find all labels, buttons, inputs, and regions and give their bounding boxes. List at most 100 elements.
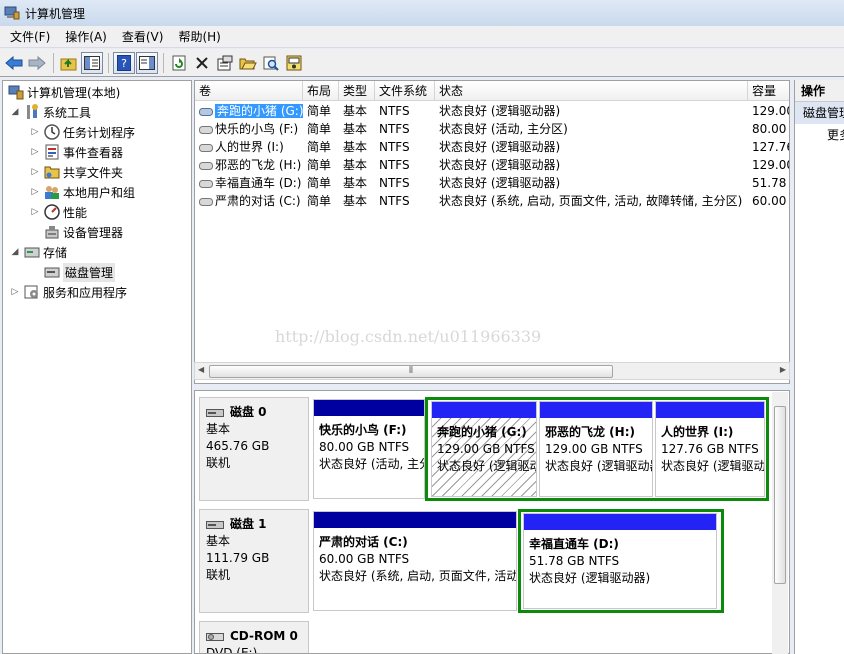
collapsed-arrow-icon[interactable]: ▷ bbox=[29, 207, 41, 217]
show-hide-action-pane-button[interactable] bbox=[136, 51, 158, 74]
collapsed-arrow-icon[interactable]: ▷ bbox=[29, 187, 41, 197]
cell-capacity: 127.76 bbox=[752, 140, 790, 154]
partition-size: 129.00 GB NTFS bbox=[545, 442, 643, 456]
partition-h[interactable]: 邪恶的飞龙 (H:) 129.00 GB NTFS 状态良好 (逻辑驱动器) bbox=[539, 401, 653, 497]
column-volume[interactable]: 卷 bbox=[195, 81, 303, 101]
scroll-right-arrow-icon[interactable]: ▶ bbox=[780, 365, 786, 374]
tree-item-storage[interactable]: ◢ 存储 bbox=[9, 242, 67, 262]
disk-1-size: 111.79 GB bbox=[206, 551, 270, 565]
cell-type: 基本 bbox=[343, 194, 368, 208]
cell-status: 状态良好 (逻辑驱动器) bbox=[439, 158, 561, 172]
partition-f[interactable]: 快乐的小鸟 (F:) 80.00 GB NTFS 状态良好 (活动, 主分区) bbox=[313, 399, 425, 499]
volume-name: 邪恶的飞龙 (H:) bbox=[215, 158, 302, 172]
volume-name: 人的世界 (I:) bbox=[215, 140, 284, 154]
menu-action[interactable]: 操作(A) bbox=[59, 28, 113, 45]
forward-arrow-icon bbox=[28, 55, 46, 70]
tree-item-device-manager[interactable]: 设备管理器 bbox=[41, 222, 123, 242]
up-level-button[interactable] bbox=[58, 52, 80, 74]
menu-bar: 文件(F) 操作(A) 查看(V) 帮助(H) bbox=[0, 26, 844, 48]
volume-icon bbox=[199, 161, 213, 170]
collapsed-arrow-icon[interactable]: ▷ bbox=[29, 147, 41, 157]
disk-1-info[interactable]: 磁盘 1 基本 111.79 GB 联机 bbox=[199, 509, 309, 613]
column-status[interactable]: 状态 bbox=[435, 81, 748, 101]
open-folder-icon bbox=[239, 58, 257, 69]
partition-status: 状态良好 (逻辑驱动器) bbox=[545, 459, 652, 473]
cell-type: 基本 bbox=[343, 158, 368, 172]
tree-label: 性能 bbox=[63, 205, 88, 220]
collapsed-arrow-icon[interactable]: ▷ bbox=[9, 287, 21, 297]
toolbar-separator bbox=[53, 52, 54, 73]
disk-0-size: 465.76 GB bbox=[206, 439, 270, 453]
table-row[interactable]: 奔跑的小猪 (G:) 简单 基本 NTFS 状态良好 (逻辑驱动器) 129.0… bbox=[195, 102, 789, 120]
actions-header: 操作 bbox=[795, 80, 844, 102]
tree-item-system-tools[interactable]: ◢ 系统工具 bbox=[9, 102, 91, 122]
cell-filesystem: NTFS bbox=[379, 158, 410, 172]
collapsed-arrow-icon[interactable]: ▷ bbox=[29, 167, 41, 177]
cell-type: 基本 bbox=[343, 104, 368, 118]
expanded-arrow-icon[interactable]: ◢ bbox=[9, 107, 21, 117]
partition-size: 129.00 GB NTFS bbox=[437, 442, 535, 456]
open-button[interactable] bbox=[237, 52, 259, 74]
column-type[interactable]: 类型 bbox=[339, 81, 375, 101]
tree-item-performance[interactable]: ▷ 性能 bbox=[29, 202, 87, 222]
help-button[interactable]: ? bbox=[113, 51, 135, 74]
volume-list: 卷 布局 类型 文件系统 状态 容量 奔跑的小猪 (G:) 简单 基本 NTFS… bbox=[194, 80, 790, 384]
partition-g[interactable]: 奔跑的小猪 (G:) 129.00 GB NTFS 状态良好 (逻辑驱动器) bbox=[431, 401, 537, 497]
cell-type: 基本 bbox=[343, 176, 368, 190]
forward-button[interactable] bbox=[26, 52, 48, 74]
tree-item-task-scheduler[interactable]: ▷ 任务计划程序 bbox=[29, 122, 135, 142]
tree-item-disk-management[interactable]: 磁盘管理 bbox=[41, 262, 116, 282]
toolbar-separator bbox=[163, 52, 164, 73]
column-filesystem[interactable]: 文件系统 bbox=[375, 81, 435, 101]
menu-help[interactable]: 帮助(H) bbox=[172, 28, 226, 45]
volume-name: 快乐的小鸟 (F:) bbox=[215, 122, 299, 136]
back-button[interactable] bbox=[3, 52, 25, 74]
search-button[interactable] bbox=[260, 52, 282, 74]
partition-i[interactable]: 人的世界 (I:) 127.76 GB NTFS 状态良好 (逻辑驱动器) bbox=[655, 401, 765, 497]
partition-bar bbox=[432, 402, 536, 418]
menu-view[interactable]: 查看(V) bbox=[116, 28, 170, 45]
table-row[interactable]: 严肃的对话 (C:) 简单 基本 NTFS 状态良好 (系统, 启动, 页面文件… bbox=[195, 192, 789, 210]
menu-file[interactable]: 文件(F) bbox=[4, 28, 56, 45]
cell-status: 状态良好 (逻辑驱动器) bbox=[439, 140, 561, 154]
cell-filesystem: NTFS bbox=[379, 122, 410, 136]
tree-item-root[interactable]: 计算机管理(本地) bbox=[5, 82, 120, 102]
horizontal-scrollbar[interactable]: ◀ ⦀ ▶ bbox=[194, 362, 790, 380]
scrollbar-thumb[interactable]: ⦀ bbox=[209, 365, 613, 378]
collapsed-arrow-icon[interactable]: ▷ bbox=[29, 127, 41, 137]
table-row[interactable]: 快乐的小鸟 (F:) 简单 基本 NTFS 状态良好 (活动, 主分区) 80.… bbox=[195, 120, 789, 138]
toolbar-separator bbox=[108, 52, 109, 73]
table-row[interactable]: 邪恶的飞龙 (H:) 简单 基本 NTFS 状态良好 (逻辑驱动器) 129.0… bbox=[195, 156, 789, 174]
watermark-text: http://blog.csdn.net/u011966339 bbox=[275, 327, 542, 346]
tree-item-services[interactable]: ▷ 服务和应用程序 bbox=[9, 282, 127, 302]
actions-section-disk-management[interactable]: 磁盘管理 bbox=[795, 102, 844, 124]
refresh-button[interactable] bbox=[168, 52, 190, 74]
table-row[interactable]: 人的世界 (I:) 简单 基本 NTFS 状态良好 (逻辑驱动器) 127.76 bbox=[195, 138, 789, 156]
scroll-left-arrow-icon[interactable]: ◀ bbox=[198, 365, 204, 374]
partition-name: 严肃的对话 (C:) bbox=[319, 535, 408, 549]
column-layout[interactable]: 布局 bbox=[303, 81, 339, 101]
properties-button[interactable] bbox=[214, 52, 236, 74]
tools-icon bbox=[27, 104, 38, 119]
more-actions-link[interactable]: 更多操作 bbox=[795, 124, 844, 146]
vertical-scrollbar[interactable] bbox=[772, 392, 788, 654]
column-capacity[interactable]: 容量 bbox=[748, 81, 789, 101]
window-title: 计算机管理 bbox=[25, 6, 86, 21]
delete-button[interactable] bbox=[191, 52, 213, 74]
expanded-arrow-icon[interactable]: ◢ bbox=[9, 247, 21, 257]
actions-pane: 操作 磁盘管理 更多操作 bbox=[794, 80, 844, 654]
volume-icon bbox=[199, 179, 213, 188]
cdrom-info[interactable]: CD-ROM 0 DVD (E:) bbox=[199, 621, 309, 653]
action-pane-icon bbox=[139, 55, 155, 70]
partition-c[interactable]: 严肃的对话 (C:) 60.00 GB NTFS 状态良好 (系统, 启动, 页… bbox=[313, 511, 517, 611]
disk-settings-button[interactable] bbox=[283, 52, 305, 74]
shared-folder-icon bbox=[44, 166, 60, 179]
table-row[interactable]: 幸福直通车 (D:) 简单 基本 NTFS 状态良好 (逻辑驱动器) 51.78… bbox=[195, 174, 789, 192]
disk-0-info[interactable]: 磁盘 0 基本 465.76 GB 联机 bbox=[199, 397, 309, 501]
tree-item-event-viewer[interactable]: ▷ 事件查看器 bbox=[29, 142, 123, 162]
partition-d[interactable]: 幸福直通车 (D:) 51.78 GB NTFS 状态良好 (逻辑驱动器) bbox=[523, 513, 717, 609]
tree-item-shared-folders[interactable]: ▷ 共享文件夹 bbox=[29, 162, 123, 182]
tree-item-local-users[interactable]: ▷ 本地用户和组 bbox=[29, 182, 135, 202]
scrollbar-thumb[interactable] bbox=[774, 406, 786, 584]
show-hide-tree-button[interactable] bbox=[81, 51, 103, 74]
